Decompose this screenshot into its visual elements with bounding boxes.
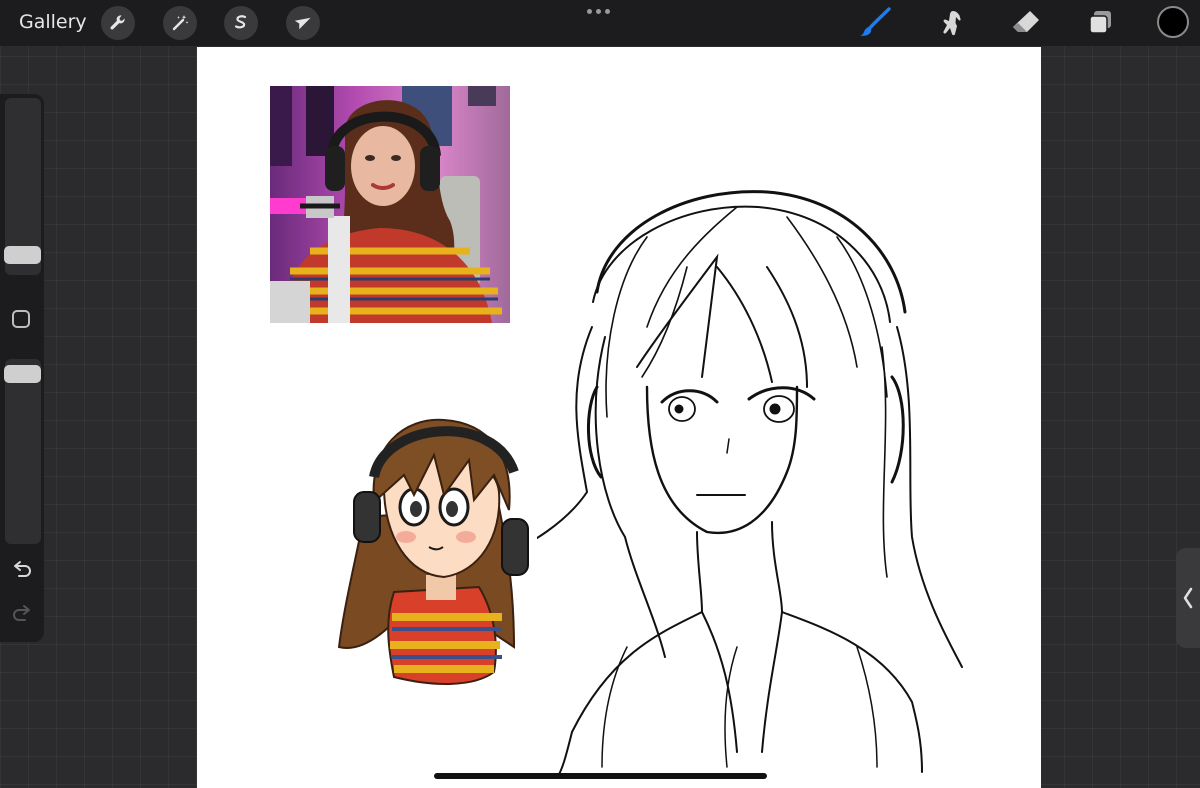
- gallery-button[interactable]: Gallery: [19, 11, 87, 33]
- drawing-canvas[interactable]: [197, 47, 1041, 788]
- more-dots-icon[interactable]: [587, 9, 610, 14]
- redo-icon[interactable]: [10, 604, 34, 626]
- side-panel-toggle[interactable]: [1176, 548, 1200, 648]
- opacity-slider[interactable]: [5, 359, 41, 544]
- actions-button[interactable]: [101, 6, 135, 40]
- modify-button[interactable]: [12, 310, 30, 328]
- chevron-left-icon: [1183, 587, 1193, 609]
- adjustments-button[interactable]: [163, 6, 197, 40]
- smudge-icon: [943, 11, 961, 36]
- color-picker-button[interactable]: [1157, 6, 1189, 38]
- chibi-headphones-drawing: [337, 418, 529, 685]
- smudge-tool-button[interactable]: [933, 6, 969, 40]
- opacity-thumb[interactable]: [4, 365, 41, 383]
- sketch-girl-headphones: [537, 190, 963, 777]
- selection-button[interactable]: [224, 6, 258, 40]
- eraser-tool-button[interactable]: [1008, 6, 1044, 40]
- brush-tool-button[interactable]: [858, 6, 894, 40]
- undo-icon[interactable]: [10, 560, 34, 582]
- transform-arrow-icon: [294, 17, 311, 30]
- magic-wand-icon: [172, 15, 189, 31]
- reference-photo: [270, 86, 510, 323]
- layers-button[interactable]: [1082, 6, 1118, 40]
- home-indicator: [434, 773, 767, 779]
- transform-button[interactable]: [286, 6, 320, 40]
- left-sidebar: [0, 94, 44, 642]
- layers-icon: [1089, 11, 1111, 34]
- wrench-icon: [110, 15, 125, 30]
- selection-icon: [235, 15, 247, 29]
- brush-icon: [860, 7, 891, 36]
- brush-size-thumb[interactable]: [4, 246, 41, 264]
- top-toolbar: Gallery: [0, 0, 1200, 46]
- eraser-icon: [1013, 11, 1039, 32]
